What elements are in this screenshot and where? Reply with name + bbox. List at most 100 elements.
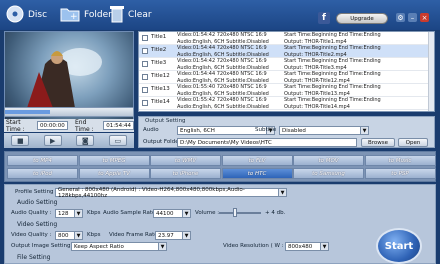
format-tab[interactable]: to FLV [221, 155, 293, 166]
frame-rate-select[interactable]: 23.97 ▼ [155, 231, 191, 240]
disc-button[interactable]: Disc [6, 4, 47, 26]
start-label: Start [384, 240, 414, 252]
chevron-down-icon: ▼ [74, 232, 82, 239]
video-quality-select[interactable]: 800 ▼ [55, 231, 83, 240]
end-time-label: End Time : [75, 118, 94, 133]
sample-rate-select[interactable]: 44100 ▼ [153, 209, 191, 218]
format-tab[interactable]: to Apple TV [78, 168, 150, 179]
format-tab[interactable]: to MOV [293, 155, 364, 166]
folder-icon: ▭ [114, 136, 122, 145]
format-tab[interactable]: to Music [364, 155, 436, 166]
volume-value: + 4 db. [265, 210, 286, 216]
output-folder-label: Output Folder [143, 139, 181, 145]
title-name: Title1 [151, 34, 167, 40]
format-tab[interactable]: to PSP [364, 168, 436, 179]
file-setting-title: File Setting [17, 254, 51, 261]
video-quality-unit: Kbps [87, 232, 101, 238]
audio-quality-select[interactable]: 128 ▼ [55, 209, 83, 218]
open-button[interactable]: Open [398, 138, 428, 147]
upgrade-label: Upgrade [350, 15, 374, 22]
chevron-down-icon: ▼ [158, 243, 166, 250]
start-time-label: Start Time : [6, 118, 25, 133]
seek-progress [5, 110, 50, 114]
title-name: Title13 [151, 86, 170, 92]
title-checkbox[interactable] [142, 48, 148, 54]
end-time-field[interactable]: 01:54:44 [103, 121, 134, 130]
format-tab[interactable]: to HTC [221, 168, 293, 179]
facebook-icon[interactable]: f [318, 12, 330, 24]
format-tab[interactable]: to iPhone [150, 168, 221, 179]
resolution-select[interactable]: 800x480 ▼ [285, 242, 329, 251]
title-row[interactable]: Title14 Video:01:55:42 720x480 NTSC 16:9 A… [139, 97, 434, 110]
output-folder-field[interactable]: D:\My Documents\My Videos\HTC [177, 138, 357, 147]
title-row[interactable]: Title13 Video:01:55:40 720x480 NTSC 16:9 A… [139, 84, 434, 97]
subtitle-select[interactable]: Disabled ▼ [279, 126, 369, 135]
svg-text:+: + [70, 12, 78, 22]
title-row[interactable]: Title1 Video:01:54:42 720x480 NTSC 16:9 Au… [139, 32, 434, 45]
title-list-scrollbar[interactable] [428, 32, 434, 111]
video-setting-title: Video Setting [17, 221, 58, 228]
trash-icon [110, 5, 124, 26]
title-media-info: Video:01:54:42 720x480 NTSC 16:9 Audio:En… [177, 32, 269, 45]
snapshot-button[interactable]: ◙ [76, 135, 95, 146]
volume-slider[interactable] [219, 212, 261, 214]
profile-label: Profile Setting : [15, 189, 58, 195]
play-button[interactable]: ▶ [43, 135, 62, 146]
folder-label: Folder [84, 10, 112, 20]
title-output-info: Start Time:Beginning End Time:Ending Outp… [284, 58, 381, 71]
title-checkbox[interactable] [142, 100, 148, 106]
title-row[interactable]: Title2 Video:01:54:44 720x480 NTSC 16:9 Au… [139, 45, 434, 58]
output-setting-panel: Output Setting Audio English, 6CH ▼ Subti… [138, 116, 435, 148]
browse-button[interactable]: Browse [361, 138, 395, 147]
chevron-down-icon: ▼ [360, 127, 368, 134]
title-output-info: Start Time:Beginning End Time:Ending Outp… [284, 32, 381, 45]
clear-button[interactable]: Clear [110, 4, 152, 26]
format-tab[interactable]: to iPod [7, 168, 78, 179]
title-checkbox[interactable] [142, 35, 148, 41]
camera-icon: ◙ [81, 136, 89, 145]
volume-slider-handle[interactable] [233, 208, 237, 217]
start-button[interactable]: Start [376, 228, 422, 264]
subtitle-label: Subtitle [255, 127, 277, 133]
title-row[interactable]: Title12 Video:01:54:44 720x480 NTSC 16:9 A… [139, 71, 434, 84]
play-icon: ▶ [50, 136, 56, 145]
stop-icon: ■ [16, 136, 24, 145]
audio-quality-unit: Kbps [87, 210, 101, 216]
volume-label: Volume : [195, 210, 220, 216]
stop-button[interactable]: ■ [11, 135, 30, 146]
sample-rate-label: Audio Sample Rate : [103, 210, 159, 216]
title-media-info: Video:01:55:40 720x480 NTSC 16:9 Audio:En… [177, 84, 269, 97]
image-setting-label: Output Image Setting : [11, 243, 75, 249]
title-output-info: Start Time:Beginning End Time:Ending Outp… [284, 71, 381, 84]
trim-time-bar: Start Time : 00:00:00 End Time : 01:54:4… [4, 118, 134, 133]
title-output-info: Start Time:Beginning End Time:Ending Outp… [284, 84, 381, 97]
close-icon[interactable]: × [420, 13, 429, 22]
audio-quality-label: Audio Quality : [11, 210, 52, 216]
chevron-down-icon: ▼ [320, 243, 328, 250]
title-name: Title2 [151, 47, 167, 53]
folder-button[interactable]: + Folder [60, 4, 112, 26]
title-row[interactable]: Title3 Video:01:54:42 720x480 NTSC 16:9 Au… [139, 58, 434, 71]
start-time-field[interactable]: 00:00:00 [37, 121, 68, 130]
player-controls: ■ ▶ ◙ ▭ [4, 133, 134, 148]
video-quality-label: Video Quality : [11, 232, 52, 238]
add-folder-icon: + [60, 6, 80, 25]
settings-gear-icon[interactable]: ⚙ [396, 13, 405, 22]
minimize-icon[interactable]: – [408, 13, 417, 22]
format-tab[interactable]: to MPEG [78, 155, 150, 166]
format-tab[interactable]: to WMV [150, 155, 221, 166]
title-media-info: Video:01:54:44 720x480 NTSC 16:9 Audio:En… [177, 45, 269, 58]
title-checkbox[interactable] [142, 74, 148, 80]
title-media-info: Video:01:54:44 720x480 NTSC 16:9 Audio:En… [177, 71, 269, 84]
profile-select[interactable]: General : 800x480 (Android) : Video-H264… [55, 187, 287, 199]
upgrade-button[interactable]: Upgrade [336, 13, 388, 24]
format-tab[interactable]: to Samsung [293, 168, 364, 179]
seek-bar[interactable] [4, 107, 134, 117]
chevron-down-icon: ▼ [278, 189, 286, 196]
title-output-info: Start Time:Beginning End Time:Ending Outp… [284, 45, 381, 58]
title-checkbox[interactable] [142, 87, 148, 93]
format-tab[interactable]: to MP4 [7, 155, 78, 166]
image-setting-select[interactable]: Keep Aspect Ratio ▼ [71, 242, 167, 251]
open-folder-button[interactable]: ▭ [108, 135, 127, 146]
title-checkbox[interactable] [142, 61, 148, 67]
